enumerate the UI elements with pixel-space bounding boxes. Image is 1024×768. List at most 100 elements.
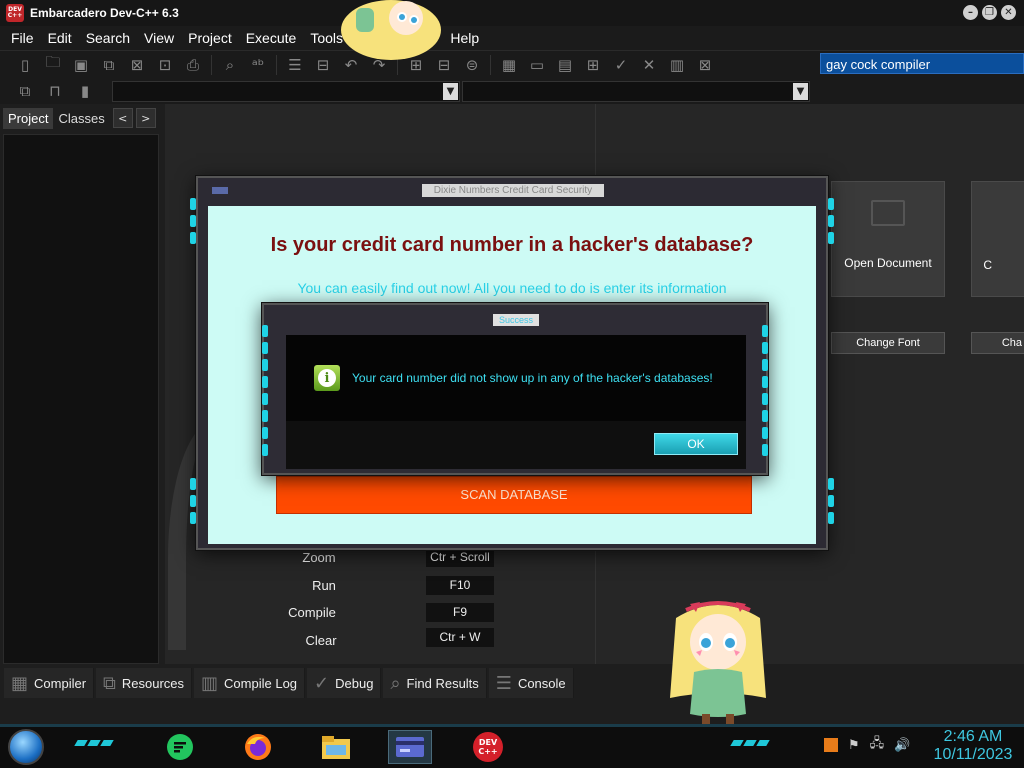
toolbar-separator <box>276 54 277 75</box>
compile-icon[interactable]: ▦ <box>496 53 522 77</box>
firefox-icon[interactable] <box>236 730 280 764</box>
ok-button[interactable]: OK <box>654 433 738 455</box>
dialog-title: Dixie Numbers Credit Card Security <box>422 184 604 197</box>
menu-view[interactable]: View <box>137 26 181 50</box>
volume-icon[interactable]: 🔊 <box>894 738 910 753</box>
minimize-button[interactable]: – <box>963 5 978 20</box>
bookmarks-icon[interactable]: ▮ <box>72 79 98 103</box>
delete-profile-icon[interactable]: ⊠ <box>692 53 718 77</box>
dialog-app-icon <box>212 187 228 194</box>
goto-icon[interactable]: ⧉ <box>12 79 38 103</box>
card-security-app-icon[interactable] <box>388 730 432 764</box>
tab-resources-label: Resources <box>121 675 185 691</box>
find-icon[interactable]: ⌕ <box>217 53 243 77</box>
member-combo[interactable]: ▼ <box>462 81 810 102</box>
file-explorer-icon[interactable] <box>314 730 358 764</box>
stop-icon[interactable]: ✕ <box>636 53 662 77</box>
chevron-down-icon[interactable]: ▼ <box>793 83 808 100</box>
tab-debug[interactable]: ✓ Debug <box>307 668 382 698</box>
project-tree[interactable] <box>3 134 159 664</box>
menu-file[interactable]: File <box>4 26 41 50</box>
tab-find-results-label: Find Results <box>406 675 479 691</box>
new-file-icon[interactable]: ▯ <box>12 53 38 77</box>
save-icon[interactable]: ▣ <box>68 53 94 77</box>
second-tile[interactable]: C <box>971 181 1024 297</box>
close-file-icon[interactable]: ⊠ <box>124 53 150 77</box>
notes-app-icon[interactable] <box>158 730 202 764</box>
clock-date: 10/11/2023 <box>933 746 1013 763</box>
dev-cpp-taskbar-icon[interactable]: DEV C++ <box>466 730 510 764</box>
taskbar-decoration <box>74 740 114 746</box>
shortcut-key-run: F10 <box>426 576 494 595</box>
tab-classes[interactable]: Classes <box>53 108 109 129</box>
clock-time: 2:46 AM <box>943 728 1003 745</box>
open-document-tile[interactable]: Open Document <box>831 181 945 297</box>
success-dialog-footer: OK <box>286 421 746 469</box>
restore-button[interactable]: ❐ <box>982 5 997 20</box>
run-icon[interactable]: ▭ <box>524 53 550 77</box>
tab-compiler[interactable]: ▦ Compiler <box>4 668 95 698</box>
window-title: Embarcadero Dev-C++ 6.3 <box>30 6 179 20</box>
menu-edit[interactable]: Edit <box>41 26 79 50</box>
menu-help[interactable]: Help <box>443 26 486 50</box>
flag-icon[interactable]: ⚑ <box>848 738 860 753</box>
profile-icon[interactable]: ▥ <box>664 53 690 77</box>
print-icon[interactable]: ⎙ <box>180 53 206 77</box>
tray-app-icon[interactable] <box>824 738 838 752</box>
shortcut-key-zoom: Ctr + Scroll <box>426 548 494 567</box>
taskbar-decoration <box>730 740 770 746</box>
success-dialog-title: Success <box>493 314 539 326</box>
change-font-button[interactable]: Change Font <box>831 332 945 354</box>
change-theme-button[interactable]: Cha <box>971 332 1024 354</box>
replace-icon[interactable]: ᵃᵇ <box>245 53 271 77</box>
menu-search[interactable]: Search <box>79 26 137 50</box>
prev-tab-button[interactable]: < <box>112 108 133 128</box>
frame-lights-right-lower <box>828 478 834 524</box>
rebuild-icon[interactable]: ⊞ <box>580 53 606 77</box>
dialog-heading: Is your credit card number in a hacker's… <box>270 234 754 256</box>
close-all-icon[interactable]: ⊡ <box>152 53 178 77</box>
close-button[interactable]: ✕ <box>1001 5 1016 20</box>
toolbar-separator <box>211 54 212 75</box>
shortcut-key-clear: Ctr + W <box>426 628 494 647</box>
network-icon[interactable]: 🖧 <box>870 734 885 756</box>
left-panel-tabs: Project Classes < > <box>0 104 165 132</box>
tab-debug-label: Debug <box>335 675 374 691</box>
indent-icon[interactable]: ☰ <box>282 53 308 77</box>
grid-icon: ▦ <box>11 672 29 694</box>
start-button[interactable] <box>8 729 44 765</box>
unindent-icon[interactable]: ⊟ <box>310 53 336 77</box>
search-input[interactable]: gay cock compiler <box>820 53 1024 74</box>
tab-compile-log[interactable]: ▥ Compile Log <box>194 668 306 698</box>
frame-lights-left-lower <box>190 478 196 524</box>
compile-run-icon[interactable]: ▤ <box>552 53 578 77</box>
menu-execute[interactable]: Execute <box>239 26 304 50</box>
chevron-down-icon[interactable]: ▼ <box>443 83 458 100</box>
tab-resources[interactable]: ⧉ Resources <box>96 668 193 698</box>
next-tab-button[interactable]: > <box>135 108 156 128</box>
tab-find-results[interactable]: ⌕ Find Results <box>383 668 487 698</box>
class-combo[interactable]: ▼ <box>112 81 460 102</box>
tab-project[interactable]: Project <box>3 107 54 129</box>
open-document-label: Open Document <box>844 256 932 270</box>
project-options-icon[interactable]: ⊜ <box>459 53 485 77</box>
menu-project[interactable]: Project <box>181 26 239 50</box>
save-all-icon[interactable]: ⧉ <box>96 53 122 77</box>
title-bar: DEV C++ Embarcadero Dev-C++ 6.3 – ❐ ✕ <box>0 0 1024 26</box>
shortcut-label-zoom: Zoom <box>302 550 336 565</box>
bookmark-icon[interactable]: ⊓ <box>42 79 68 103</box>
scan-database-button[interactable]: SCAN DATABASE <box>276 476 752 514</box>
frame-lights-left <box>190 198 196 244</box>
success-dialog-body: i Your card number did not show up in an… <box>286 335 746 421</box>
tab-compiler-label: Compiler <box>34 675 87 691</box>
open-folder-icon[interactable]: 🗀 <box>40 53 66 77</box>
toolbar-separator <box>490 54 491 75</box>
syntax-check-icon[interactable]: ✓ <box>608 53 634 77</box>
bottom-panel-tabs: ▦ Compiler ⧉ Resources ▥ Compile Log ✓ Debug… <box>0 666 1024 700</box>
shortcut-key-compile: F9 <box>426 603 494 622</box>
tab-console[interactable]: ☰ Console <box>488 668 574 698</box>
info-icon: i <box>314 365 340 391</box>
shortcut-label-clear: Clear <box>305 633 337 648</box>
system-clock[interactable]: 2:46 AM 10/11/2023 <box>930 728 1016 764</box>
tab-compile-log-label: Compile Log <box>224 675 298 691</box>
